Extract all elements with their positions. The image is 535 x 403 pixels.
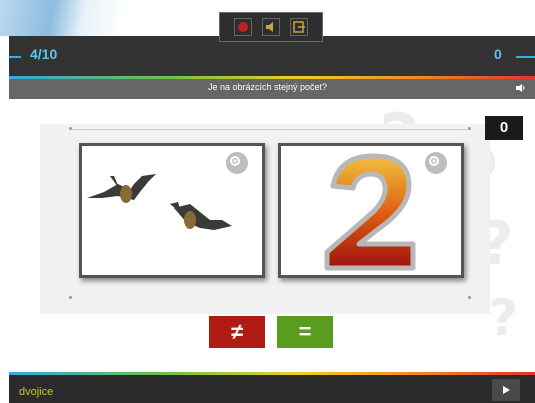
- exit-icon[interactable]: [290, 18, 308, 36]
- record-icon[interactable]: [234, 18, 252, 36]
- toolbar: [219, 12, 323, 42]
- panel-dot: [468, 296, 471, 299]
- question-counter: 4/10: [30, 46, 58, 62]
- not-equal-button[interactable]: ≠: [209, 316, 265, 348]
- panel-dot: [468, 127, 471, 130]
- play-icon: [503, 386, 510, 394]
- header-accent-line: [516, 56, 535, 58]
- equal-button[interactable]: =: [277, 316, 333, 348]
- header-bar: [9, 36, 535, 76]
- panel-line: [72, 129, 470, 130]
- footer-bar: [9, 375, 535, 403]
- background-question-mark: ?: [489, 289, 519, 347]
- sound-icon[interactable]: [262, 18, 280, 36]
- next-button[interactable]: [492, 379, 520, 401]
- answer-display: 0: [485, 116, 523, 140]
- game-name: dvojice: [19, 386, 54, 398]
- score-display: 0: [494, 46, 502, 62]
- zoom-icon[interactable]: +: [425, 152, 447, 174]
- header-accent-line: [9, 56, 21, 58]
- panel-dot: [69, 296, 72, 299]
- question-text: Je na obrázcích stejný počet?: [207, 82, 328, 92]
- zoom-icon[interactable]: +: [226, 152, 248, 174]
- panel-dot: [69, 127, 72, 130]
- speaker-icon[interactable]: [516, 84, 526, 94]
